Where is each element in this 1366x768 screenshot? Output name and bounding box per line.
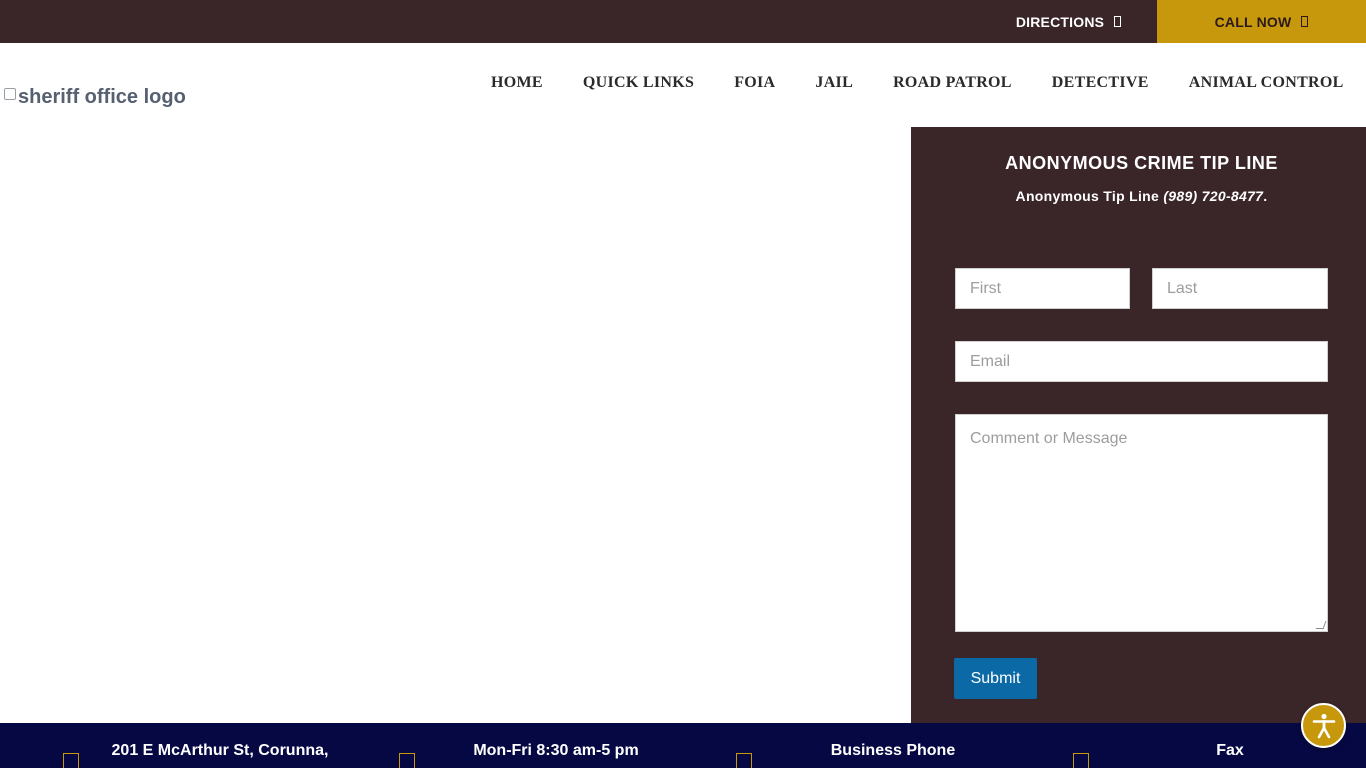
email-input[interactable]: Email xyxy=(955,341,1328,382)
footer-address: 201 E McArthur St, Corunna, xyxy=(111,742,329,759)
email-placeholder: Email xyxy=(970,352,1011,370)
top-bar: DIRECTIONS CALL NOW xyxy=(0,0,1366,43)
message-placeholder: Comment or Message xyxy=(970,430,1128,447)
nav-home[interactable]: HOME xyxy=(491,74,543,92)
main-nav: HOME QUICK LINKS FOIA JAIL ROAD PATROL D… xyxy=(491,74,1344,92)
phone-icon xyxy=(1301,16,1309,27)
footer-hours: Mon-Fri 8:30 am-5 pm xyxy=(473,742,639,759)
call-now-label: CALL NOW xyxy=(1214,13,1292,30)
nav-animal-control[interactable]: ANIMAL CONTROL xyxy=(1189,74,1344,92)
call-now-button[interactable]: CALL NOW xyxy=(1157,0,1366,43)
fax-icon xyxy=(1073,753,1089,768)
directions-label: DIRECTIONS xyxy=(1015,13,1105,30)
first-name-placeholder: First xyxy=(970,279,1002,297)
logo-alt-text: sheriff office logo xyxy=(18,86,186,108)
phone-icon xyxy=(736,753,752,768)
submit-button[interactable]: Submit xyxy=(954,658,1037,699)
contact-footer: 201 E McArthur St, Corunna, Mon-Fri 8:30… xyxy=(0,723,1366,768)
first-name-input[interactable]: First xyxy=(955,268,1130,309)
broken-image-icon xyxy=(4,87,16,100)
resize-handle-icon[interactable] xyxy=(1315,621,1327,629)
nav-jail[interactable]: JAIL xyxy=(815,74,853,92)
footer-business-phone: Business Phone xyxy=(830,742,956,759)
accessibility-button[interactable] xyxy=(1301,703,1346,748)
accessibility-icon xyxy=(1312,713,1335,738)
nav-detective[interactable]: DETECTIVE xyxy=(1052,74,1149,92)
tip-line-panel: ANONYMOUS CRIME TIP LINE Anonymous Tip L… xyxy=(911,127,1366,723)
directions-button[interactable]: DIRECTIONS xyxy=(980,0,1157,43)
nav-road-patrol[interactable]: ROAD PATROL xyxy=(893,74,1012,92)
nav-foia[interactable]: FOIA xyxy=(734,74,775,92)
tip-line-suffix: . xyxy=(1263,188,1268,204)
external-link-icon xyxy=(1114,16,1122,27)
clock-icon xyxy=(399,753,415,768)
nav-quick-links[interactable]: QUICK LINKS xyxy=(583,74,694,92)
tip-line-phone: (989) 720-8477 xyxy=(1163,188,1264,204)
last-name-input[interactable]: Last xyxy=(1152,268,1328,309)
message-textarea[interactable]: Comment or Message xyxy=(955,414,1328,632)
tip-line-text: Anonymous Tip Line xyxy=(1015,188,1164,204)
tip-line-info: Anonymous Tip Line (989) 720-8477. xyxy=(911,188,1366,204)
tip-line-title: ANONYMOUS CRIME TIP LINE xyxy=(1005,153,1278,173)
last-name-placeholder: Last xyxy=(1167,279,1198,297)
site-logo[interactable]: sheriff office logo xyxy=(4,86,186,109)
map-marker-icon xyxy=(63,753,79,768)
